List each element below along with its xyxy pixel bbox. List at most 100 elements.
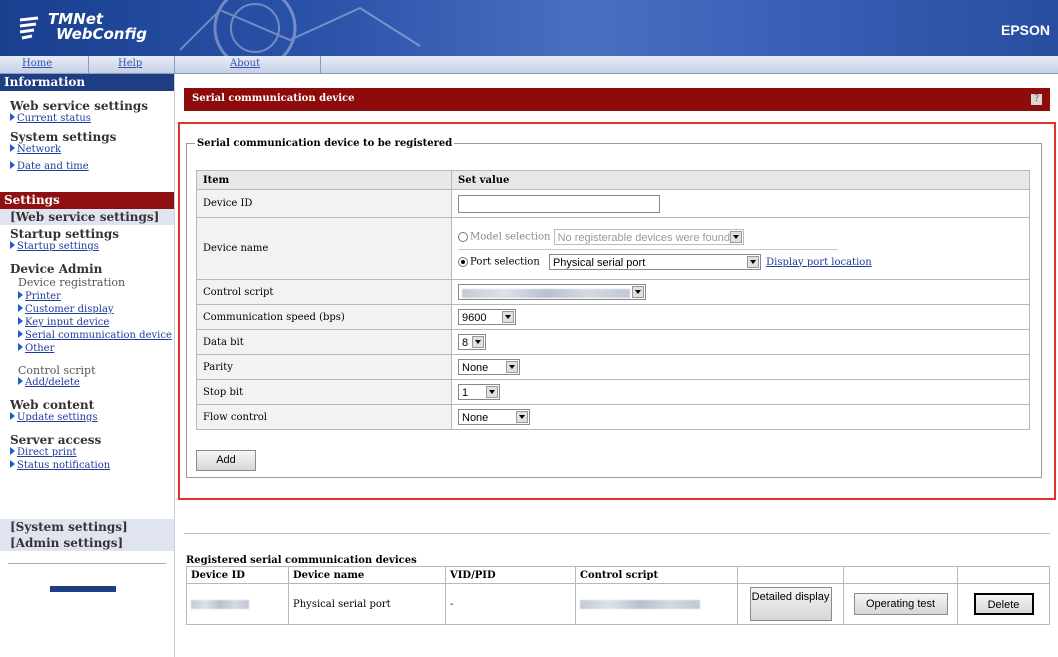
- model-selection-dropdown[interactable]: No registerable devices were found.: [553, 229, 744, 245]
- cell-delete: Delete: [957, 583, 1050, 625]
- redacted-value: [191, 599, 249, 609]
- model-selection-label: Model selection: [470, 231, 551, 243]
- sidebar-web-service-settings-bar[interactable]: [Web service settings]: [0, 209, 174, 225]
- sidebar-settings-header: Settings: [0, 192, 174, 209]
- arrow-right-icon: [18, 304, 23, 312]
- nav-about-link[interactable]: About: [230, 58, 260, 69]
- chevron-down-icon: [506, 361, 518, 373]
- chevron-down-icon: [746, 256, 759, 268]
- sidebar-item-current-status[interactable]: Current status: [0, 113, 174, 124]
- sidebar-item-direct-print[interactable]: Direct print: [0, 447, 174, 458]
- sidebar-item-startup-settings[interactable]: Startup settings: [0, 241, 174, 252]
- sidebar-item-printer[interactable]: Printer: [0, 291, 174, 302]
- row-label-control-script: Control script: [196, 279, 452, 305]
- nav-home-link[interactable]: Home: [22, 58, 52, 69]
- sidebar-item-label: Direct print: [17, 447, 77, 458]
- col-set-value-header: Set value: [451, 170, 1030, 190]
- sidebar-item-update-settings[interactable]: Update settings: [0, 412, 174, 423]
- sidebar-system-settings-bar[interactable]: [System settings]: [0, 519, 174, 535]
- arrow-right-icon: [18, 291, 23, 299]
- sidebar-item-key-input-device[interactable]: Key input device: [0, 317, 174, 328]
- sidebar-item-label: Add/delete: [25, 377, 80, 388]
- parity-dropdown[interactable]: None: [458, 359, 520, 375]
- row-label-stop-bit: Stop bit: [196, 379, 452, 405]
- nav-divider: [88, 56, 89, 73]
- sidebar-item-label: Current status: [17, 113, 91, 124]
- sidebar-admin-settings-bar[interactable]: [Admin settings]: [0, 535, 174, 551]
- sidebar-item-label: Startup settings: [17, 241, 99, 252]
- cell-control-script: [575, 583, 738, 625]
- chevron-down-icon: [632, 286, 644, 298]
- sidebar-item-label: Date and time: [17, 161, 89, 172]
- sidebar-item-date-and-time[interactable]: Date and time: [0, 161, 174, 172]
- communication-speed-dropdown[interactable]: 9600: [458, 309, 516, 325]
- delete-button[interactable]: Delete: [973, 593, 1034, 615]
- sidebar-system-settings-title: System settings: [10, 130, 117, 144]
- sidebar-item-customer-display[interactable]: Customer display: [0, 304, 174, 315]
- detailed-display-button[interactable]: Detailed display: [749, 587, 832, 621]
- chevron-down-icon: [516, 411, 528, 423]
- table-row: Communication speed (bps) 9600: [196, 304, 1030, 330]
- communication-speed-value: 9600: [462, 312, 487, 324]
- chevron-down-icon: [502, 311, 514, 323]
- model-selection-radio[interactable]: [458, 232, 468, 242]
- sidebar-item-network[interactable]: Network: [0, 144, 174, 155]
- port-selection-dropdown[interactable]: Physical serial port: [548, 254, 761, 270]
- arrow-right-icon: [18, 377, 23, 385]
- nav-divider: [174, 56, 175, 73]
- sidebar-item-add-delete[interactable]: Add/delete: [0, 377, 174, 388]
- row-label-flow-control: Flow control: [196, 404, 452, 430]
- chevron-down-icon: [729, 231, 742, 243]
- col-item-header: Item: [196, 170, 452, 190]
- sidebar-web-content-title: Web content: [10, 398, 95, 412]
- col-action-header: [957, 566, 1050, 584]
- row-label-communication-speed: Communication speed (bps): [196, 304, 452, 330]
- registered-devices-table: Device ID Device name VID/PID Control sc…: [186, 566, 1050, 625]
- sidebar-bottom-bar: [50, 586, 116, 592]
- col-device-id-header: Device ID: [186, 566, 289, 584]
- registration-table: Item Set value Device ID Device name Mod…: [196, 170, 1030, 430]
- sidebar-item-other[interactable]: Other: [0, 343, 174, 354]
- sidebar-item-status-notification[interactable]: Status notification: [0, 460, 174, 471]
- sidebar-item-serial-communication-device[interactable]: Serial communication device: [0, 330, 174, 341]
- port-selection-label: Port selection: [470, 256, 540, 268]
- sidebar-item-label: Serial communication device: [25, 330, 172, 341]
- control-script-dropdown[interactable]: [458, 284, 646, 300]
- table-header-row: Item Set value: [196, 170, 1030, 190]
- app-logo: TMNet WebConfig: [48, 12, 147, 42]
- device-id-input[interactable]: [458, 194, 660, 213]
- parity-value: None: [462, 362, 489, 374]
- sidebar-item-label: Status notification: [17, 460, 111, 471]
- arrow-right-icon: [10, 161, 15, 169]
- model-selection-value: No registerable devices were found.: [557, 232, 734, 244]
- sidebar: Information Web service settings Current…: [0, 74, 175, 657]
- col-vid-pid-header: VID/PID: [445, 566, 576, 584]
- stop-bit-value: 1: [462, 387, 469, 399]
- port-selection-radio[interactable]: [458, 257, 468, 267]
- flow-control-dropdown[interactable]: None: [458, 409, 530, 425]
- operating-test-button[interactable]: Operating test: [853, 593, 948, 615]
- col-device-name-header: Device name: [288, 566, 446, 584]
- sidebar-item-label: Other: [25, 343, 55, 354]
- display-port-location-link[interactable]: Display port location: [766, 257, 872, 268]
- webconfig-logo-icon: [19, 16, 39, 40]
- cell-detailed-display: Detailed display: [737, 583, 844, 625]
- table-row: Data bit 8: [196, 329, 1030, 355]
- page-title-bar: Serial communication device ?: [184, 88, 1050, 111]
- add-button[interactable]: Add: [196, 450, 256, 471]
- col-action-header: [843, 566, 958, 584]
- nav-help-link[interactable]: Help: [118, 58, 142, 69]
- table-row: Device ID: [196, 189, 1030, 218]
- sidebar-web-service-settings-title: Web service settings: [10, 99, 148, 113]
- table-row: Physical serial port - Detailed display …: [186, 583, 1050, 625]
- sidebar-control-script-label: Control script: [18, 364, 96, 377]
- chevron-down-icon: [486, 386, 498, 398]
- data-bit-dropdown[interactable]: 8: [458, 334, 486, 350]
- row-label-device-id: Device ID: [196, 189, 452, 218]
- row-label-data-bit: Data bit: [196, 329, 452, 355]
- sidebar-item-label: Network: [17, 144, 62, 155]
- stop-bit-dropdown[interactable]: 1: [458, 384, 500, 400]
- help-icon[interactable]: ?: [1031, 94, 1042, 105]
- sidebar-device-registration-label: Device registration: [18, 276, 126, 289]
- app-header: TMNet WebConfig EPSON: [0, 0, 1058, 56]
